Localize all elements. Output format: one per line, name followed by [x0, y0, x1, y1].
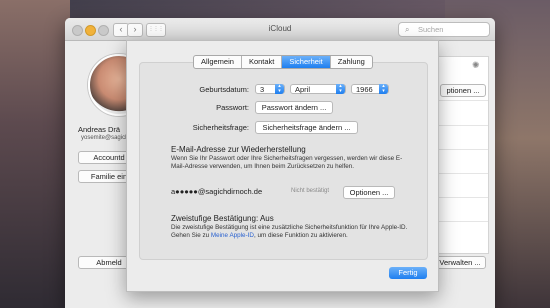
tab-security[interactable]: Sicherheit — [281, 56, 330, 68]
birth-day-select[interactable]: 3 ▴ ▾ — [255, 84, 285, 94]
tab-general[interactable]: Allgemein — [194, 56, 241, 68]
tab-bar: Allgemein Kontakt Sicherheit Zahlung — [193, 55, 373, 69]
account-name: Andreas Drä — [78, 125, 121, 134]
birth-year-value: 1966 — [356, 85, 373, 94]
birthdate-label: Geburtsdatum: — [199, 85, 249, 94]
rescue-email-address: a●●●●●@sagichdirnoch.de — [171, 187, 263, 196]
two-step-heading: Zweistufige Bestätigung: Aus — [171, 214, 274, 223]
search-field[interactable]: ⌕ Suchen — [398, 22, 490, 37]
list-divider — [438, 173, 488, 174]
list-divider — [438, 100, 488, 101]
services-list: ✺ ptionen ... — [437, 56, 489, 254]
change-security-question-button[interactable]: Sicherheitsfrage ändern ... — [255, 121, 358, 134]
manage-storage-button[interactable]: Verwalten ... — [434, 256, 486, 269]
chevron-updown-icon: ▴ ▾ — [336, 84, 345, 94]
list-divider — [438, 149, 488, 150]
two-step-text-end: , um diese Funktion zu aktivieren. — [253, 231, 348, 239]
rescue-email-heading: E-Mail-Adresse zur Wiederherstellung — [171, 145, 306, 154]
account-email: yosemite@sagich — [81, 135, 129, 141]
tab-contact[interactable]: Kontakt — [240, 56, 281, 68]
desktop-wallpaper-left — [0, 0, 70, 308]
account-details-sheet: Allgemein Kontakt Sicherheit Zahlung Geb… — [126, 40, 439, 292]
two-step-description: Die zweistufige Bestätigung ist eine zus… — [171, 224, 415, 239]
birth-month-select[interactable]: April ▴ ▾ — [290, 84, 346, 94]
birth-month-value: April — [295, 85, 311, 94]
chevron-updown-icon: ▴ ▾ — [275, 84, 284, 94]
rescue-email-description: Wenn Sie Ihr Passwort oder Ihre Sicherhe… — [171, 155, 403, 170]
list-divider — [438, 221, 488, 222]
my-apple-id-link[interactable]: Meine Apple-ID — [211, 232, 254, 239]
window-titlebar: ‹ › ⋮⋮⋮ iCloud ⌕ Suchen — [65, 18, 495, 41]
birth-year-select[interactable]: 1966 ▴ ▾ — [351, 84, 389, 94]
rescue-email-status: Nicht bestätigt — [291, 188, 330, 194]
rescue-options-button[interactable]: Optionen ... — [343, 186, 395, 199]
chevron-updown-icon: ▴ ▾ — [379, 84, 388, 94]
password-label: Passwort: — [216, 103, 249, 112]
search-icon: ⌕ — [405, 25, 410, 34]
search-placeholder: Suchen — [418, 25, 444, 34]
list-divider — [438, 125, 488, 126]
done-button[interactable]: Fertig — [389, 267, 427, 279]
tab-payment[interactable]: Zahlung — [329, 56, 372, 68]
security-question-label: Sicherheitsfrage: — [192, 123, 249, 132]
options-button[interactable]: ptionen ... — [440, 84, 486, 97]
loading-spinner-icon: ✺ — [472, 60, 480, 70]
change-password-button[interactable]: Passwort ändern ... — [255, 101, 333, 114]
list-divider — [438, 197, 488, 198]
birth-day-value: 3 — [260, 85, 265, 94]
